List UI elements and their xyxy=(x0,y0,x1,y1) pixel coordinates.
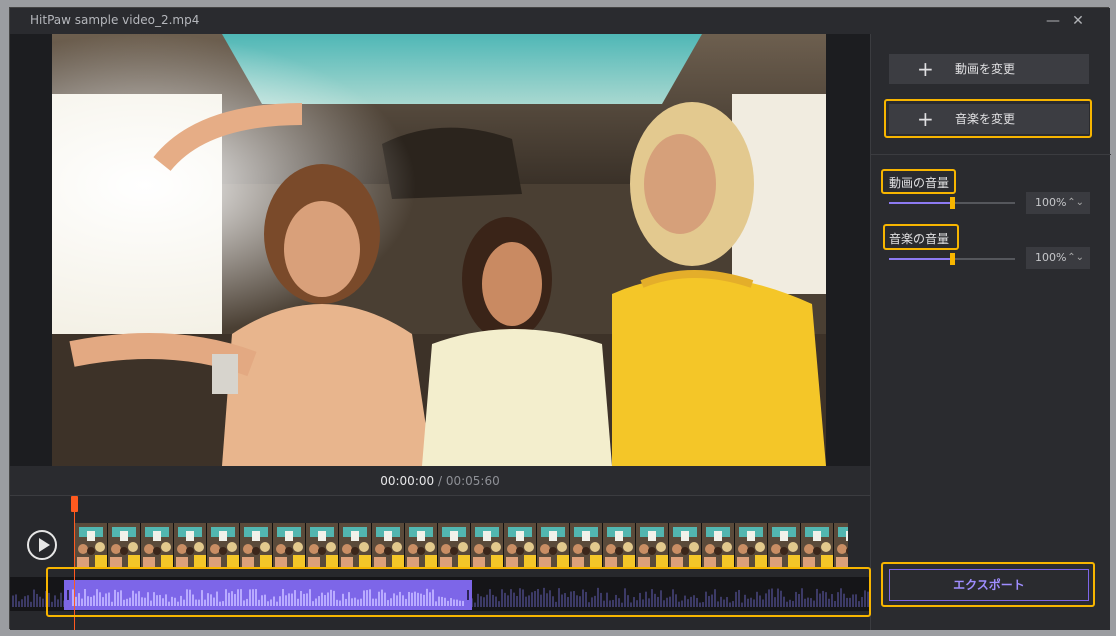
plus-icon: + xyxy=(917,57,934,81)
audio-selection-range[interactable] xyxy=(64,580,473,610)
audio-trim-start-handle[interactable] xyxy=(64,580,72,610)
video-preview-area xyxy=(10,34,870,466)
video-volume-label: 動画の音量 xyxy=(889,176,950,190)
filmstrip-thumbnails xyxy=(75,523,848,569)
change-music-label: 音楽を変更 xyxy=(955,112,1016,126)
video-frame-image xyxy=(52,34,826,466)
play-button[interactable] xyxy=(27,530,57,560)
stepper-icon[interactable]: ⌃⌄ xyxy=(1067,192,1084,214)
total-duration: 00:05:60 xyxy=(445,474,500,488)
timeline xyxy=(10,496,870,630)
video-frame[interactable] xyxy=(52,34,826,466)
title-bar: HitPaw sample video_2.mp4 — ✕ xyxy=(10,8,1110,34)
change-music-button[interactable]: + 音楽を変更 xyxy=(889,104,1089,134)
export-button[interactable]: エクスポート xyxy=(889,569,1089,601)
selected-waveform xyxy=(66,588,473,606)
video-volume-value: 100% xyxy=(1035,196,1067,209)
stepper-icon[interactable]: ⌃⌄ xyxy=(1067,247,1084,269)
playhead-line xyxy=(74,510,75,630)
plus-icon: + xyxy=(917,107,934,131)
current-time: 00:00:00 xyxy=(380,474,435,488)
music-volume-label: 音楽の音量 xyxy=(889,232,950,246)
audio-trim-end-handle[interactable] xyxy=(464,580,472,610)
change-video-label: 動画を変更 xyxy=(955,62,1016,76)
video-volume-input[interactable]: 100% ⌃⌄ xyxy=(1026,192,1090,214)
sidebar-divider xyxy=(871,154,1111,155)
change-video-button[interactable]: + 動画を変更 xyxy=(889,54,1089,84)
music-volume-slider[interactable] xyxy=(889,253,1015,265)
video-volume-fill xyxy=(889,202,952,204)
video-volume-knob[interactable] xyxy=(950,197,955,209)
minimize-button[interactable]: — xyxy=(1042,11,1064,31)
play-icon xyxy=(39,538,50,552)
video-volume-slider[interactable] xyxy=(889,197,1015,209)
sidebar-panel: + 動画を変更 + 音楽を変更 動画の音量 100% ⌃⌄ 音楽の音量 100%… xyxy=(870,34,1111,630)
music-volume-value: 100% xyxy=(1035,251,1067,264)
close-button[interactable]: ✕ xyxy=(1067,11,1089,31)
music-volume-input[interactable]: 100% ⌃⌄ xyxy=(1026,247,1090,269)
window-title: HitPaw sample video_2.mp4 xyxy=(30,13,200,27)
video-track-filmstrip[interactable] xyxy=(75,523,848,569)
timecode-display: 00:00:00 / 00:05:60 xyxy=(10,466,870,496)
app-window: HitPaw sample video_2.mp4 — ✕ 00:00:00 /… xyxy=(9,7,1111,630)
time-separator: / xyxy=(437,474,443,488)
music-volume-knob[interactable] xyxy=(950,253,955,265)
music-volume-fill xyxy=(889,258,952,260)
